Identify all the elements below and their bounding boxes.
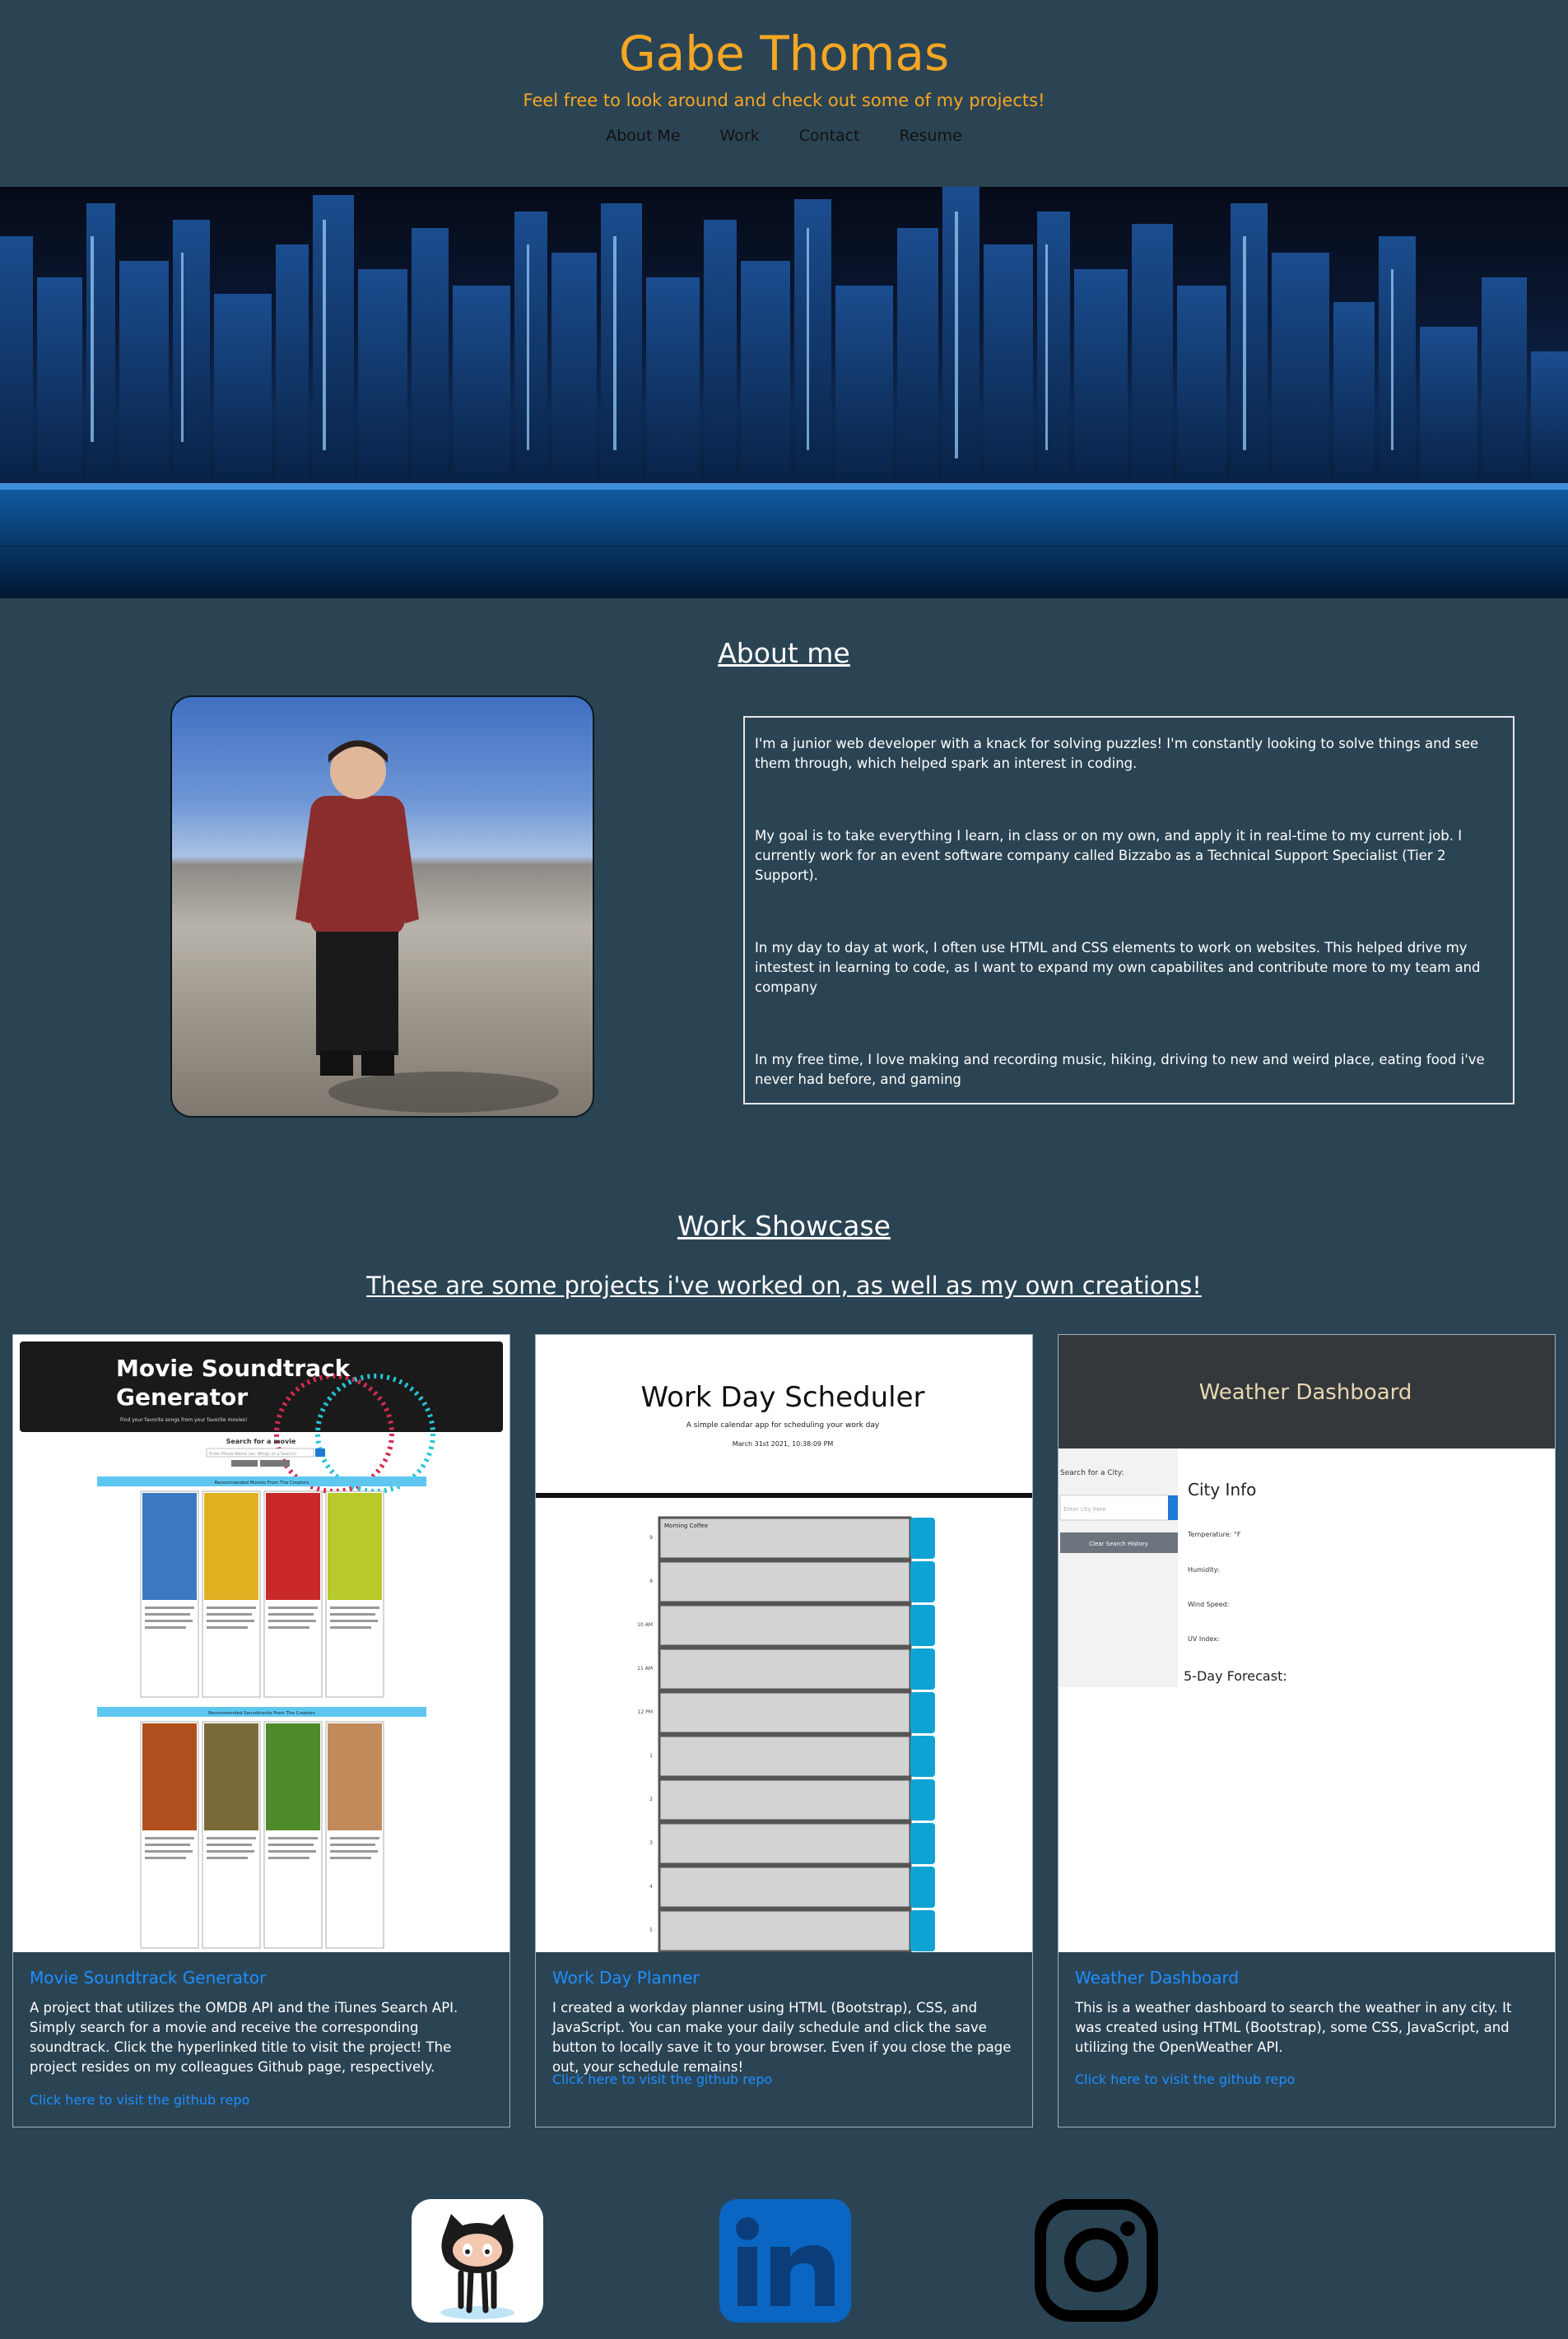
- github-repo-link[interactable]: Click here to visit the github repo: [30, 2091, 249, 2109]
- svg-text:Wind Speed:: Wind Speed:: [1188, 1601, 1229, 1608]
- work-day-scheduler-preview: Work Day Scheduler A simple calendar app…: [536, 1335, 1032, 1952]
- project-title-link[interactable]: Work Day Planner: [552, 1966, 700, 1989]
- linkedin-icon: [719, 2199, 851, 2323]
- preview-heading: Weather Dashboard: [1199, 1380, 1412, 1405]
- project-card-work-day-planner: Work Day Scheduler A simple calendar app…: [535, 1334, 1033, 2127]
- person-illustration: [295, 740, 559, 1113]
- preview-forecast: 5-Day Forecast:: [1184, 1668, 1287, 1684]
- project-card-weather-dashboard: Weather Dashboard Search for a City: Ent…: [1058, 1334, 1556, 2127]
- profile-photo: [170, 695, 594, 1118]
- svg-text:UV Index:: UV Index:: [1188, 1635, 1220, 1643]
- github-icon: [412, 2199, 543, 2323]
- site-tagline: Feel free to look around and check out s…: [523, 91, 1045, 110]
- project-card-movie-soundtrack: Movie Soundtrack Generator Find your fav…: [12, 1334, 510, 2127]
- preview-search-label: Search for a movie: [226, 1438, 296, 1445]
- preview-search-input: Enter city here: [1063, 1506, 1106, 1513]
- about-paragraph: I'm a junior web developer with a knack …: [755, 736, 1479, 771]
- github-repo-link[interactable]: Click here to visit the github repo: [552, 2071, 772, 2089]
- site-title: Gabe Thomas: [618, 26, 950, 81]
- svg-text:9: 9: [649, 1579, 653, 1584]
- preview-banner-line2: Generator: [116, 1383, 248, 1411]
- preview-history-button: Clear Search History: [1089, 1541, 1148, 1547]
- nav-work[interactable]: Work: [720, 123, 760, 148]
- preview-date: March 31st 2021, 10:38:09 PM: [733, 1440, 834, 1448]
- github-link[interactable]: [412, 2199, 543, 2323]
- nav-contact[interactable]: Contact: [799, 123, 860, 148]
- preview-section2: Recommended Soundtracks From The Creator…: [208, 1711, 315, 1716]
- nav-about-me[interactable]: About Me: [606, 123, 680, 148]
- svg-text:3: 3: [649, 1840, 653, 1846]
- about-paragraph: My goal is to take everything I learn, i…: [755, 828, 1463, 883]
- svg-text:5: 5: [649, 1927, 653, 1933]
- preview-sub: A simple calendar app for scheduling you…: [686, 1421, 880, 1430]
- preview-banner-sub: Find your favorite songs from your favor…: [120, 1417, 247, 1423]
- about-text-box: I'm a junior web developer with a knack …: [743, 716, 1514, 1104]
- project-title-link[interactable]: Movie Soundtrack Generator: [30, 1966, 266, 1989]
- project-description: This is a weather dashboard to search th…: [1075, 2000, 1512, 2055]
- about-heading: About me: [718, 637, 850, 669]
- svg-text:4: 4: [649, 1884, 653, 1890]
- preview-section1: Recommended Movies From The Creators: [215, 1481, 309, 1486]
- svg-text:11 AM: 11 AM: [637, 1666, 653, 1672]
- nav-resume[interactable]: Resume: [900, 123, 962, 148]
- project-description: A project that utilizes the OMDB API and…: [30, 2000, 458, 2075]
- site-header: Gabe Thomas Feel free to look around and…: [0, 0, 1568, 187]
- svg-text:1: 1: [649, 1753, 653, 1759]
- main-nav: About Me Work Contact Resume: [0, 123, 1568, 148]
- hero-skyline-image: [0, 187, 1568, 598]
- github-repo-link[interactable]: Click here to visit the github repo: [1075, 2071, 1295, 2089]
- preview-search-input: Enter Movie Name (ex. Wings or a Search): [209, 1452, 296, 1457]
- work-subheading: These are some projects i've worked on, …: [366, 1272, 1202, 1300]
- preview-banner-line1: Movie Soundtrack: [116, 1355, 351, 1382]
- work-heading: Work Showcase: [677, 1210, 891, 1242]
- instagram-icon: [1035, 2198, 1158, 2322]
- project-title-link[interactable]: Weather Dashboard: [1075, 1966, 1239, 1989]
- svg-text:10 AM: 10 AM: [637, 1622, 653, 1628]
- movie-soundtrack-preview: Movie Soundtrack Generator Find your fav…: [13, 1335, 509, 1952]
- project-screenshot[interactable]: Work Day Scheduler A simple calendar app…: [536, 1335, 1032, 1952]
- svg-text:12 PM: 12 PM: [638, 1709, 653, 1715]
- project-description: I created a workday planner using HTML (…: [552, 2000, 1012, 2075]
- project-screenshot[interactable]: Movie Soundtrack Generator Find your fav…: [13, 1335, 509, 1952]
- linkedin-link[interactable]: [719, 2199, 851, 2323]
- svg-text:Temperature: °F: Temperature: °F: [1187, 1531, 1241, 1538]
- project-screenshot[interactable]: Weather Dashboard Search for a City: Ent…: [1059, 1335, 1555, 1952]
- about-paragraph: In my free time, I love making and recor…: [755, 1052, 1485, 1087]
- instagram-link[interactable]: [1031, 2198, 1162, 2323]
- preview-info-title: City Info: [1188, 1480, 1256, 1500]
- skyline-graphic: [0, 187, 1568, 598]
- preview-search-label: Search for a City:: [1060, 1469, 1124, 1477]
- preview-first-entry: Morning Coffee: [664, 1523, 708, 1529]
- preview-heading: Work Day Scheduler: [640, 1381, 924, 1414]
- svg-text:Humidity:: Humidity:: [1188, 1566, 1219, 1574]
- about-paragraph: In my day to day at work, I often use HT…: [755, 940, 1481, 995]
- weather-dashboard-preview: Weather Dashboard Search for a City: Ent…: [1059, 1335, 1555, 1952]
- svg-text:2: 2: [649, 1797, 653, 1802]
- svg-text:9: 9: [649, 1535, 653, 1541]
